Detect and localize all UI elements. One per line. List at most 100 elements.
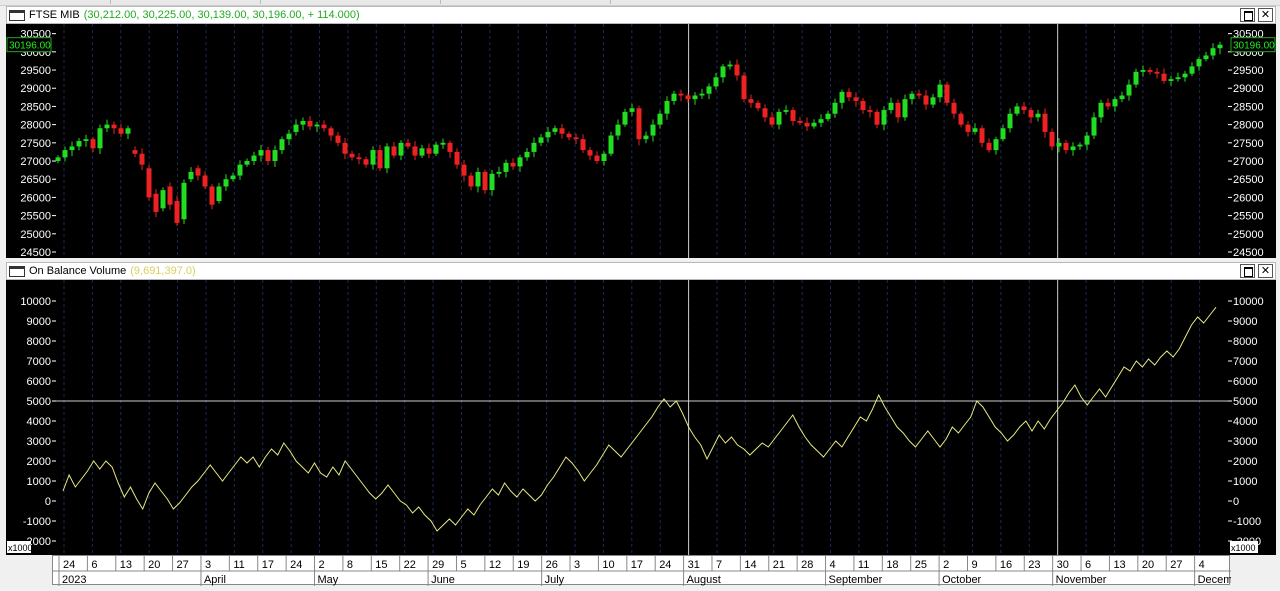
- y-tick-label-right: 28000: [1233, 120, 1264, 132]
- candle-body: [1217, 44, 1223, 49]
- day-tick-label: 15: [375, 559, 387, 571]
- y-tick-label-left: 7000: [27, 356, 51, 368]
- y-tick-label-right: 6000: [1233, 376, 1257, 388]
- candle-body: [937, 84, 943, 98]
- candle-body: [972, 128, 978, 132]
- candle-body: [160, 190, 166, 209]
- day-tick-label: 19: [517, 559, 529, 571]
- day-tick-label: 13: [1113, 559, 1125, 571]
- candle-body: [790, 110, 796, 121]
- candle-body: [1091, 117, 1097, 136]
- candle-body: [720, 66, 726, 78]
- day-tick-label: 12: [489, 559, 501, 571]
- day-tick-label: 6: [91, 559, 97, 571]
- day-tick-label: 20: [148, 559, 160, 571]
- month-label: August: [687, 574, 721, 586]
- tab[interactable]: [440, 0, 611, 4]
- month-label: April: [204, 574, 226, 586]
- candle-body: [475, 171, 481, 187]
- candle-body: [90, 139, 96, 149]
- candle-body: [1133, 71, 1139, 85]
- candle-body: [377, 150, 383, 169]
- y-tick-label-left: 9000: [27, 316, 51, 328]
- candle-body: [860, 100, 866, 111]
- y-tick-label-left: 1000: [27, 476, 51, 488]
- candle-body: [419, 148, 425, 156]
- candle-body: [195, 168, 201, 176]
- candle-body: [1126, 84, 1132, 96]
- candle-body: [146, 168, 152, 198]
- day-tick-label: 2: [943, 559, 949, 571]
- candle-body: [881, 110, 887, 125]
- close-icon[interactable]: ✕: [1258, 8, 1273, 22]
- candle-body: [118, 128, 124, 134]
- day-tick-label: 3: [574, 559, 580, 571]
- candle-body: [489, 173, 495, 191]
- candle-body: [839, 91, 845, 103]
- candle-body: [734, 64, 740, 76]
- maximize-icon[interactable]: [1240, 264, 1255, 278]
- candle-body: [321, 124, 327, 129]
- candle-body: [111, 124, 117, 129]
- y-tick-label-left: 0: [45, 496, 51, 508]
- candle-body: [209, 186, 215, 205]
- tab[interactable]: [110, 0, 261, 4]
- candle-body: [188, 171, 194, 180]
- y-tick-label-left: 6000: [27, 376, 51, 388]
- maximize-icon[interactable]: [1240, 8, 1255, 22]
- day-tick-label: 26: [546, 559, 558, 571]
- price-chart: 24500 24500 25000 25000 25500 25500 26000 26000…: [6, 24, 1276, 259]
- day-tick-label: 17: [631, 559, 643, 571]
- candle-body: [888, 102, 894, 111]
- candle-body: [328, 128, 334, 136]
- y-tick-label-left: 29000: [20, 83, 51, 95]
- candle-body: [678, 93, 684, 96]
- candle-body: [1112, 99, 1118, 107]
- day-tick-label: 23: [1028, 559, 1040, 571]
- candle-body: [643, 135, 649, 140]
- y-tick-label-right: 1000: [1233, 476, 1257, 488]
- candle-body: [699, 93, 705, 96]
- candle-body: [853, 97, 859, 101]
- candle-body: [335, 135, 341, 143]
- candle-body: [552, 128, 558, 132]
- month-label: July: [545, 574, 565, 586]
- y-tick-label-left: 3000: [27, 436, 51, 448]
- candle-body: [426, 148, 432, 154]
- close-icon[interactable]: ✕: [1258, 264, 1273, 278]
- tab[interactable]: [0, 0, 111, 4]
- candle-body: [958, 113, 964, 125]
- window-icon: [9, 10, 25, 21]
- candle-body: [944, 84, 950, 103]
- candle-body: [951, 102, 957, 114]
- window-icon: [9, 266, 25, 277]
- y-tick-label-right: 4000: [1233, 416, 1257, 428]
- tab[interactable]: [260, 0, 441, 4]
- candle-body: [1098, 102, 1104, 118]
- month-label: June: [431, 574, 455, 586]
- candle-body: [762, 108, 768, 118]
- day-tick-label: 22: [404, 559, 416, 571]
- candle-body: [587, 150, 593, 156]
- candle-body: [286, 133, 292, 140]
- candle-body: [1049, 131, 1055, 147]
- day-tick-label: 17: [262, 559, 274, 571]
- y-tick-label-left: 27000: [20, 156, 51, 168]
- candle-body: [83, 139, 89, 141]
- obv-pane-title: On Balance Volume (9,691,397.0): [29, 265, 196, 277]
- candle-body: [510, 162, 516, 167]
- candle-body: [1182, 73, 1188, 78]
- day-tick-label: 20: [1142, 559, 1154, 571]
- day-tick-label: 3: [205, 559, 211, 571]
- candle-body: [412, 146, 418, 156]
- candle-body: [202, 175, 208, 187]
- candle-body: [447, 142, 453, 152]
- day-tick-label: 25: [915, 559, 927, 571]
- candle-body: [1196, 59, 1202, 67]
- candle-body: [1007, 113, 1013, 129]
- y-tick-label-right: 27500: [1233, 138, 1264, 150]
- obv-series-line: [62, 306, 1217, 532]
- y-tick-label-left: 27500: [20, 138, 51, 150]
- candle-body: [671, 93, 677, 101]
- candle-body: [454, 151, 460, 165]
